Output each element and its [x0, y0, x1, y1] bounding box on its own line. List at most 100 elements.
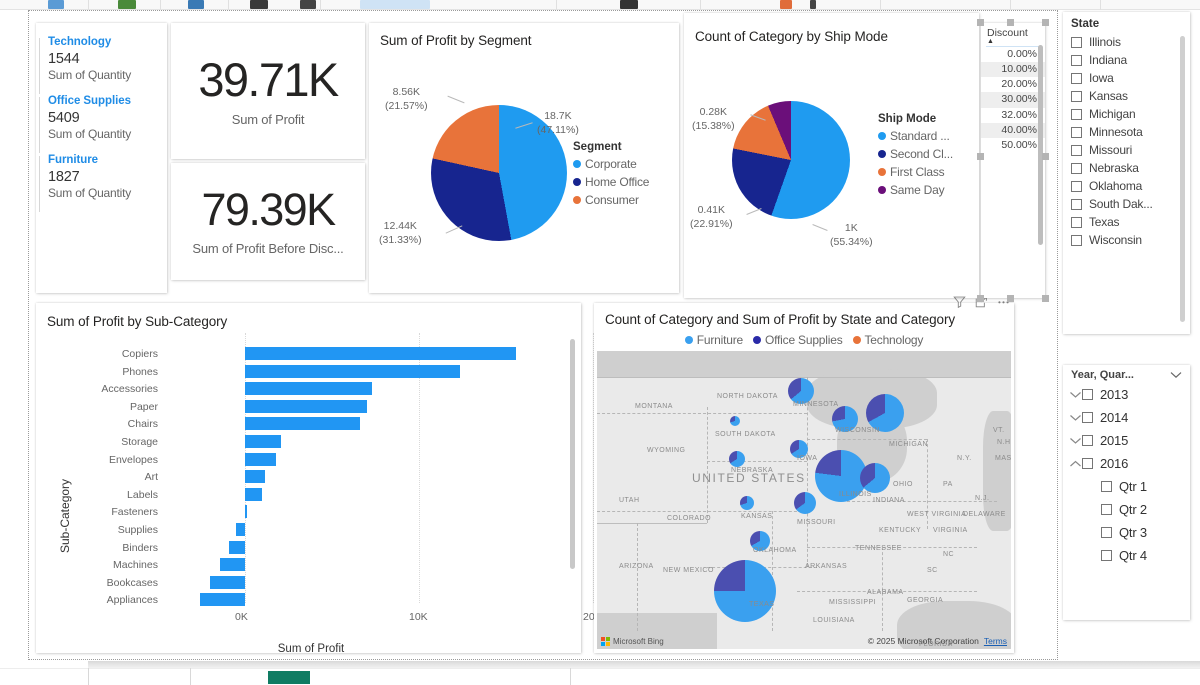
ribbon-button-icon[interactable]	[188, 0, 204, 9]
slicer-item-year[interactable]: 2015	[1063, 429, 1190, 452]
ribbon-button-icon[interactable]	[360, 0, 430, 9]
map-pie-marker[interactable]	[730, 416, 740, 426]
slicer-item-state[interactable]: South Dak...	[1063, 195, 1190, 213]
bar-chart-profit-by-subcategory[interactable]: Sum of Profit by Sub-Category Sub-Catego…	[36, 303, 602, 655]
legend-item-consumer[interactable]: Consumer	[573, 193, 649, 207]
checkbox-icon[interactable]	[1101, 504, 1112, 515]
bar[interactable]	[245, 470, 265, 484]
resize-handle[interactable]	[977, 153, 984, 160]
checkbox-icon[interactable]	[1071, 180, 1082, 192]
checkbox-icon[interactable]	[1101, 550, 1112, 561]
checkbox-icon[interactable]	[1071, 72, 1082, 84]
map-pie-marker[interactable]	[860, 463, 890, 493]
slicer-discount[interactable]: Discount ▲ 0.00% 10.00% 20.00% 30.00% 32.00%…	[977, 19, 1049, 302]
chevron-down-icon[interactable]	[1069, 414, 1082, 422]
slicer-item-state[interactable]: Illinois	[1063, 33, 1190, 51]
chevron-up-icon[interactable]	[1069, 460, 1082, 468]
slicer-item-discount[interactable]: 50.00%	[981, 138, 1045, 153]
bar[interactable]	[245, 382, 373, 396]
slicer-item-state[interactable]: Oklahoma	[1063, 177, 1190, 195]
active-page-tab[interactable]	[268, 671, 310, 684]
pie-chart-category-by-ship-mode[interactable]: Count of Category by Ship Mode 0.28K (15.…	[684, 13, 979, 298]
slicer-item-state[interactable]: Nebraska	[1063, 159, 1190, 177]
checkbox-icon[interactable]	[1101, 527, 1112, 538]
bar[interactable]	[245, 364, 460, 378]
checkbox-icon[interactable]	[1071, 54, 1082, 66]
shipmode-pie[interactable]	[732, 101, 850, 219]
legend-item-same-day[interactable]: Same Day	[878, 183, 953, 197]
checkbox-icon[interactable]	[1082, 458, 1093, 469]
map-tiles[interactable]: UNITED STATES Microsoft Bing © 2025 Micr…	[597, 351, 1011, 649]
checkbox-icon[interactable]	[1071, 108, 1082, 120]
map-pie-marker[interactable]	[729, 451, 745, 467]
legend-item-first-class[interactable]: First Class	[878, 165, 953, 179]
bar[interactable]	[236, 523, 245, 536]
slicer-item-discount[interactable]: 30.00%	[981, 92, 1045, 108]
map-pie-marker[interactable]	[740, 496, 754, 510]
bar[interactable]	[229, 540, 245, 554]
pie-chart-profit-by-segment[interactable]: Sum of Profit by Segment 8.56K (21.57%) 1…	[369, 23, 679, 293]
ribbon-button-icon[interactable]	[620, 0, 638, 9]
legend-item-standard-class[interactable]: Standard ...	[878, 129, 953, 143]
vertical-scrollbar[interactable]	[1038, 45, 1043, 245]
bar[interactable]	[245, 487, 263, 501]
slicer-state[interactable]: State Illinois Indiana Iowa Kansas Michigan M…	[1063, 12, 1190, 334]
slicer-item-discount[interactable]: 10.00%	[981, 62, 1045, 78]
checkbox-icon[interactable]	[1071, 126, 1082, 138]
map-pie-marker[interactable]	[714, 560, 776, 622]
vertical-scrollbar[interactable]	[570, 339, 575, 569]
slicer-item-discount[interactable]: 32.00%	[981, 108, 1045, 123]
slicer-item-state[interactable]: Minnesota	[1063, 123, 1190, 141]
slicer-item-year[interactable]: 2014	[1063, 406, 1190, 429]
bar[interactable]	[245, 452, 277, 466]
ribbon-button-icon[interactable]	[48, 0, 64, 9]
checkbox-icon[interactable]	[1071, 216, 1082, 228]
slicer-item-state[interactable]: Texas	[1063, 213, 1190, 231]
checkbox-icon[interactable]	[1071, 36, 1082, 48]
slicer-item-list[interactable]: 0.00% 10.00% 20.00% 30.00% 32.00% 40.00% 50.00…	[981, 47, 1045, 153]
checkbox-icon[interactable]	[1071, 162, 1082, 174]
map-pie-marker[interactable]	[794, 492, 816, 514]
sort-ascending-icon[interactable]: ▲	[981, 38, 1045, 45]
slicer-item-quarter[interactable]: Qtr 4	[1063, 544, 1190, 567]
checkbox-icon[interactable]	[1071, 90, 1082, 102]
slicer-item-discount[interactable]: 20.00%	[981, 77, 1045, 92]
checkbox-icon[interactable]	[1071, 234, 1082, 246]
slicer-item-year[interactable]: 2016	[1063, 452, 1190, 475]
resize-handle[interactable]	[1007, 295, 1014, 302]
bar[interactable]	[210, 575, 245, 589]
slicer-item-discount[interactable]: 40.00%	[981, 122, 1045, 138]
legend-item-second-class[interactable]: Second Cl...	[878, 147, 953, 161]
slicer-item-state[interactable]: Missouri	[1063, 141, 1190, 159]
resize-handle[interactable]	[977, 19, 984, 26]
terms-link[interactable]: Terms	[984, 636, 1007, 646]
checkbox-icon[interactable]	[1071, 198, 1082, 210]
slicer-item-list[interactable]: 2013 2014 2015 2016 Qtr 1 Qtr 2 Qtr 3 Qtr 4	[1063, 383, 1190, 567]
chevron-down-icon[interactable]	[1069, 437, 1082, 445]
checkbox-icon[interactable]	[1101, 481, 1112, 492]
resize-handle[interactable]	[1042, 153, 1049, 160]
checkbox-icon[interactable]	[1082, 412, 1093, 423]
slicer-year-quarter[interactable]: Year, Quar... 2013 2014 2015 2016 Qtr 1 Qt…	[1063, 365, 1190, 620]
slicer-item-list[interactable]: Illinois Indiana Iowa Kansas Michigan Minneso…	[1063, 33, 1190, 249]
checkbox-icon[interactable]	[1082, 435, 1093, 446]
slicer-item-quarter[interactable]: Qtr 2	[1063, 498, 1190, 521]
slicer-item-state[interactable]: Michigan	[1063, 105, 1190, 123]
page-tab-bar[interactable]	[0, 668, 1200, 685]
bar[interactable]	[245, 399, 367, 413]
resize-handle[interactable]	[1007, 19, 1014, 26]
legend-item-technology[interactable]: Technology	[852, 333, 923, 347]
bar[interactable]	[245, 417, 360, 431]
resize-handle[interactable]	[1042, 295, 1049, 302]
bar[interactable]	[245, 505, 247, 519]
slicer-item-state[interactable]: Wisconsin	[1063, 231, 1190, 249]
ribbon-button-icon[interactable]	[300, 0, 316, 9]
card-sum-of-profit[interactable]: 39.71K Sum of Profit	[171, 23, 365, 159]
resize-handle[interactable]	[977, 295, 984, 302]
legend-item-home-office[interactable]: Home Office	[573, 175, 649, 189]
multi-row-card-quantity[interactable]: Technology 1544 Sum of Quantity Office S…	[36, 23, 167, 293]
bar[interactable]	[199, 593, 245, 607]
resize-handle[interactable]	[1042, 19, 1049, 26]
chevron-down-icon[interactable]	[1170, 371, 1182, 379]
map-visual-profit-by-state[interactable]: Count of Category and Sum of Profit by S…	[594, 296, 1014, 653]
